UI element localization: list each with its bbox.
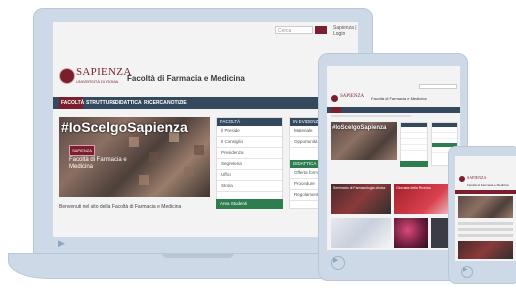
- area-studenti-button[interactable]: Area Studenti: [216, 199, 283, 209]
- play-icon: ▶: [463, 267, 468, 273]
- breadcrumb: [331, 115, 411, 117]
- news-card-title: Seminario di Farmacologia clinica: [333, 186, 386, 190]
- play-icon: ▶: [333, 257, 339, 264]
- welcome-text: Benvenuti nel sito della Facoltà di Farm…: [59, 204, 182, 210]
- play-icon: ▶: [58, 238, 65, 248]
- main-navbar: [327, 107, 460, 113]
- sapienza-seal-logo: [459, 176, 465, 182]
- main-navbar[interactable]: [455, 190, 516, 194]
- nav-item-strutture[interactable]: STRUTTURE: [86, 97, 116, 109]
- news-card[interactable]: [331, 218, 391, 248]
- list-item[interactable]: [458, 228, 513, 231]
- sapienza-seal-logo: [331, 95, 338, 102]
- nav-item-didattica[interactable]: DIDATTICA: [115, 97, 142, 109]
- nav-item-notizie[interactable]: NOTIZIE: [167, 97, 187, 109]
- laptop-screen: Cerca Sapienza | Login SAPIENZA UNIVERSI…: [53, 22, 358, 237]
- hero-caption: Facoltà di Farmacia e Medicina: [69, 157, 127, 170]
- panel-title: FACOLTÀ: [217, 118, 282, 126]
- facolta-panel: [400, 122, 428, 166]
- nav-item-facolta[interactable]: FACOLTÀ: [59, 97, 84, 109]
- list-item[interactable]: [458, 222, 513, 225]
- search-input[interactable]: [419, 84, 457, 89]
- sapienza-logo-text[interactable]: SAPIENZA: [340, 94, 364, 99]
- tablet-screen: SAPIENZA Facoltà di Farmacia e Medicina …: [327, 66, 460, 250]
- nav-item-facolta[interactable]: [331, 107, 341, 113]
- news-card[interactable]: [458, 241, 513, 259]
- panel-link[interactable]: Uffici: [217, 170, 282, 181]
- facolta-panel: FACOLTÀ Il Preside Il Consiglio Presiden…: [216, 117, 283, 209]
- sapienza-seal-logo: [59, 68, 75, 84]
- sapienza-logo-text[interactable]: SAPIENZA: [76, 67, 132, 78]
- sapienza-logo-text[interactable]: SAPIENZA: [467, 175, 486, 180]
- search-button[interactable]: [315, 26, 327, 34]
- panel-link[interactable]: Storia: [217, 181, 282, 192]
- panel-link[interactable]: Segreteria: [217, 159, 282, 170]
- nav-item-ricerca[interactable]: RICERCA: [144, 97, 167, 109]
- page-title: Facoltà di Farmacia e Medicina: [371, 96, 427, 101]
- hero-banner[interactable]: #IoScelgoSapienza SAPIENZA Facoltà di Fa…: [59, 117, 210, 197]
- search-input[interactable]: Cerca: [275, 26, 313, 34]
- news-card[interactable]: [394, 218, 428, 248]
- utility-links[interactable]: Sapienza | Login: [333, 25, 358, 37]
- hero-banner[interactable]: [458, 196, 513, 218]
- laptop-notch: [162, 253, 234, 258]
- area-studenti-button[interactable]: [400, 161, 428, 167]
- page-title: Facoltà di Farmacia e Medicina: [467, 183, 509, 187]
- phone-screen: SAPIENZA Facoltà di Farmacia e Medicina: [455, 156, 516, 261]
- panel-link[interactable]: Presidenza: [217, 148, 282, 159]
- panel-link[interactable]: Il Preside: [217, 126, 282, 137]
- panel-link[interactable]: Il Consiglio: [217, 137, 282, 148]
- sapienza-logo-subtitle: UNIVERSITÀ DI ROMA: [76, 79, 119, 84]
- hero-hashtag: #IoScelgoSapienza: [332, 125, 387, 131]
- hero-badge: SAPIENZA: [69, 145, 95, 156]
- page-title: Facoltà di Farmacia e Medicina: [127, 74, 245, 83]
- news-card[interactable]: Seminario di Farmacologia clinica: [331, 184, 391, 214]
- hero-hashtag: #IoScelgoSapienza: [61, 119, 188, 135]
- list-item[interactable]: [458, 234, 513, 237]
